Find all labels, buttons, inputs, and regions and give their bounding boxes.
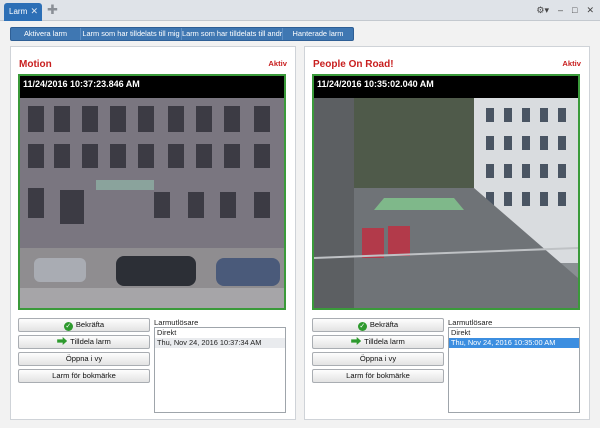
minimize-icon[interactable]: –	[558, 5, 563, 15]
confirm-button[interactable]: ✓ Bekräfta	[18, 318, 150, 332]
list-item[interactable]: Direkt	[449, 328, 579, 338]
alarm-status: Aktiv	[562, 59, 581, 68]
arrow-right-icon	[351, 337, 362, 345]
title-bar: Larm ✕ ✚ ⚙▾ – □ ✕	[0, 0, 600, 21]
camera-video[interactable]: 11/24/2016 10:37:23.846 AM	[18, 74, 286, 310]
alarm-panel-people-on-road: People On Road! Aktiv 11/24/2016 10:35:0…	[304, 46, 590, 420]
bookmark-alarm-button[interactable]: Larm för bokmärke	[18, 369, 150, 383]
alarm-status: Aktiv	[268, 59, 287, 68]
alarm-actions: ✓ Bekräfta Tilldela larm Öppna i vy Larm …	[18, 318, 150, 386]
video-timestamp: 11/24/2016 10:35:02.040 AM	[317, 79, 434, 89]
checkmark-icon: ✓	[357, 322, 367, 331]
bookmark-alarm-button[interactable]: Larm för bokmärke	[312, 369, 444, 383]
handled-alarms-button[interactable]: Hanterade larm	[283, 28, 353, 40]
tab-larm[interactable]: Larm ✕	[4, 3, 42, 21]
open-in-view-button[interactable]: Öppna i vy	[312, 352, 444, 366]
close-icon[interactable]: ✕	[586, 5, 594, 16]
alarm-filter-toolbar: Aktivera larm Larm som har tilldelats ti…	[10, 27, 354, 41]
triggers-label: Larmutlösare	[448, 318, 493, 327]
alarm-title: Motion	[19, 59, 52, 70]
assigned-to-others-button[interactable]: Larm som har tilldelats till andra	[182, 28, 283, 40]
arrow-right-icon	[57, 337, 68, 345]
list-item[interactable]: Thu, Nov 24, 2016 10:37:34 AM	[155, 338, 285, 348]
alarm-triggers-list[interactable]: Direkt Thu, Nov 24, 2016 10:37:34 AM	[154, 327, 286, 413]
assign-label: Tilldela larm	[70, 337, 111, 346]
confirm-label: Bekräfta	[75, 320, 105, 329]
confirm-label: Bekräfta	[369, 320, 399, 329]
camera-video[interactable]: 11/24/2016 10:35:02.040 AM	[312, 74, 580, 310]
assign-label: Tilldela larm	[364, 337, 405, 346]
list-item[interactable]: Direkt	[155, 328, 285, 338]
camera-image-intersection	[314, 98, 578, 308]
gear-icon[interactable]: ⚙▾	[536, 5, 549, 16]
window-controls: ⚙▾ – □ ✕	[536, 4, 594, 16]
alarm-panel-motion: Motion Aktiv 11/24/2016 10:37:23.846 AM …	[10, 46, 296, 420]
open-in-view-button[interactable]: Öppna i vy	[18, 352, 150, 366]
camera-image-street-building	[20, 98, 284, 308]
assigned-to-me-button[interactable]: Larm som har tilldelats till mig	[81, 28, 182, 40]
tab-close-icon[interactable]: ✕	[30, 6, 38, 17]
add-tab-icon[interactable]: ✚	[47, 3, 58, 17]
tab-label: Larm	[9, 7, 28, 16]
maximize-icon[interactable]: □	[572, 5, 577, 15]
alarm-triggers-list[interactable]: Direkt Thu, Nov 24, 2016 10:35:00 AM	[448, 327, 580, 413]
alarm-title: People On Road!	[313, 59, 394, 70]
assign-alarm-button[interactable]: Tilldela larm	[312, 335, 444, 349]
video-timestamp: 11/24/2016 10:37:23.846 AM	[23, 79, 140, 89]
confirm-button[interactable]: ✓ Bekräfta	[312, 318, 444, 332]
activate-alarms-button[interactable]: Aktivera larm	[11, 28, 81, 40]
alarm-actions: ✓ Bekräfta Tilldela larm Öppna i vy Larm …	[312, 318, 444, 386]
assign-alarm-button[interactable]: Tilldela larm	[18, 335, 150, 349]
list-item[interactable]: Thu, Nov 24, 2016 10:35:00 AM	[449, 338, 579, 348]
checkmark-icon: ✓	[63, 322, 73, 331]
triggers-label: Larmutlösare	[154, 318, 199, 327]
